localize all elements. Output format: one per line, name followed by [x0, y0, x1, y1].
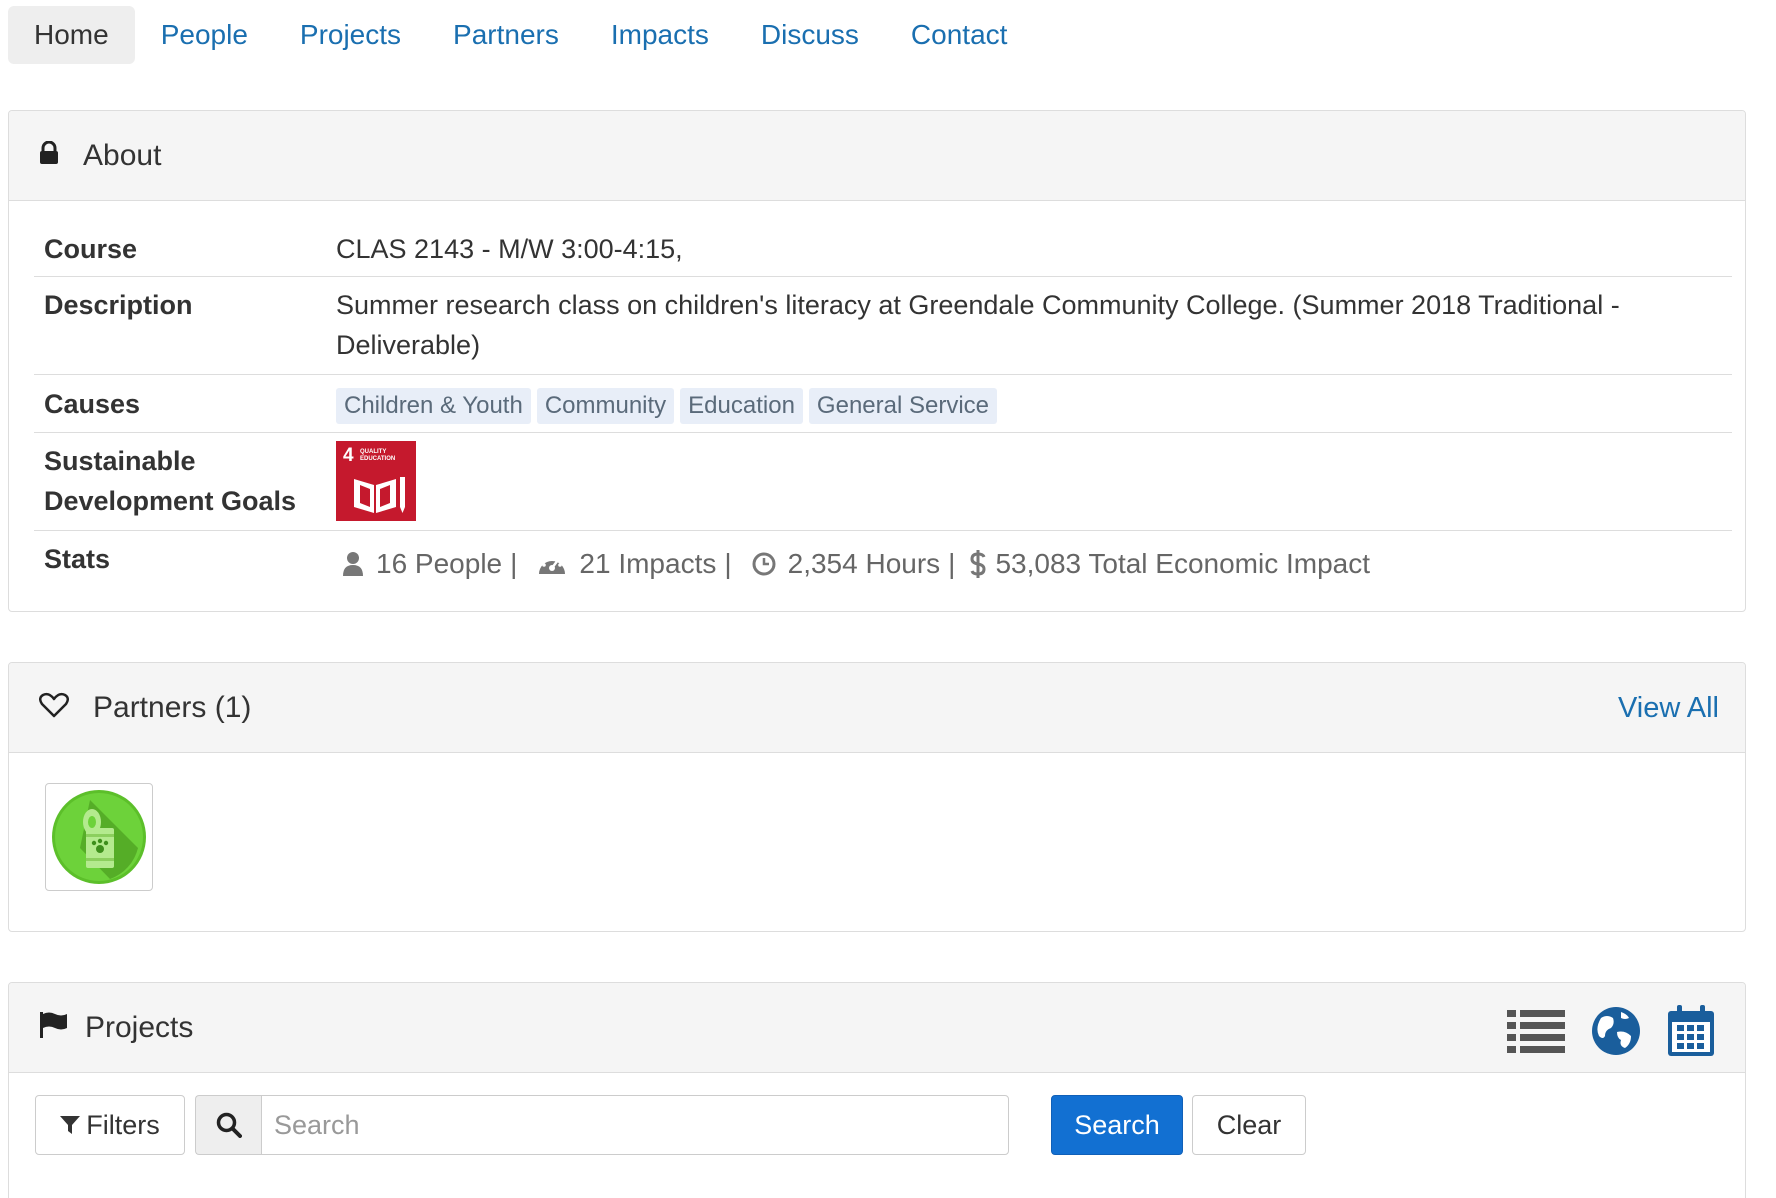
search-input[interactable] — [261, 1095, 1009, 1155]
stat-separator: | — [724, 548, 732, 579]
partner-logo[interactable] — [45, 783, 153, 891]
sdg-quality-education-badge[interactable]: 4 QUALITY EDUCATION — [336, 441, 416, 521]
stat-separator: | — [948, 548, 956, 579]
search-group — [195, 1095, 1009, 1155]
projects-title: Projects — [85, 1010, 194, 1044]
cause-tag[interactable]: Education — [680, 387, 803, 424]
nav-impacts[interactable]: Impacts — [585, 6, 735, 64]
clock-icon — [752, 552, 776, 576]
book-pencil-icon — [354, 477, 405, 513]
nav-home[interactable]: Home — [8, 6, 135, 64]
user-icon — [342, 551, 364, 577]
stats-value: 16 People | 21 Impacts | 2,354 Hours | 5… — [336, 539, 1732, 589]
filters-label: Filters — [86, 1109, 160, 1140]
about-title: About — [83, 138, 162, 172]
partners-panel-header: Partners (1) View All — [9, 663, 1745, 753]
flag-icon — [39, 1011, 69, 1044]
nav-partners[interactable]: Partners — [427, 6, 585, 64]
nav-contact[interactable]: Contact — [885, 6, 1034, 64]
stat-impacts: 21 Impacts — [579, 548, 717, 579]
search-icon — [195, 1095, 261, 1155]
list-icon[interactable] — [1507, 1008, 1565, 1054]
course-label: Course — [44, 234, 138, 264]
stat-hours: 2,354 Hours — [787, 548, 941, 579]
cause-tag[interactable]: General Service — [808, 387, 997, 424]
stats-row: Stats 16 People | 21 Impacts | 2,354 Hou… — [34, 531, 1732, 589]
about-panel-header: About — [9, 111, 1745, 201]
causes-label: Causes — [44, 388, 141, 419]
view-all-partners-link[interactable]: View All — [1618, 663, 1719, 753]
description-row: Description Summer research class on chi… — [34, 277, 1732, 375]
sdg-label: Sustainable Development Goals — [44, 446, 297, 516]
projects-panel: Projects Filters Search Search Clear — [8, 982, 1746, 1198]
stat-separator: | — [510, 548, 518, 579]
cause-tag[interactable]: Children & Youth — [336, 387, 531, 424]
sdg-row: Sustainable Development Goals 4 QUALITY … — [34, 433, 1732, 531]
about-table: Course CLAS 2143 - M/W 3:00-4:15, Descri… — [34, 219, 1732, 589]
calendar-icon[interactable] — [1667, 1005, 1715, 1057]
nav-projects[interactable]: Projects — [274, 6, 427, 64]
cause-tag[interactable]: Community — [536, 387, 675, 424]
stats-label: Stats — [44, 544, 111, 574]
description-value: Summer research class on children's lite… — [336, 290, 1620, 360]
causes-value: Children & Youth Community Education Genera… — [336, 384, 1732, 424]
clear-button[interactable]: Clear — [1192, 1095, 1306, 1155]
description-label: Description — [44, 290, 193, 320]
filters-button[interactable]: Filters — [35, 1095, 185, 1155]
dashboard-icon — [537, 552, 567, 576]
view-toggle-group — [1507, 1005, 1715, 1057]
lock-icon — [39, 140, 59, 170]
course-value: CLAS 2143 - M/W 3:00-4:15, — [336, 234, 683, 264]
partners-panel: Partners (1) View All — [8, 662, 1746, 932]
causes-row: Causes Children & Youth Community Educatio… — [34, 375, 1732, 433]
heart-icon — [39, 692, 69, 723]
course-row: Course CLAS 2143 - M/W 3:00-4:15, — [34, 219, 1732, 277]
sdg-value: 4 QUALITY EDUCATION — [336, 441, 1732, 530]
about-panel: About Course CLAS 2143 - M/W 3:00-4:15, … — [8, 110, 1746, 612]
main-nav: Home People Projects Partners Impacts Di… — [8, 6, 1033, 64]
partner-logo-image — [52, 790, 146, 884]
projects-panel-header: Projects — [9, 983, 1745, 1073]
dollar-icon — [969, 549, 987, 579]
nav-people[interactable]: People — [135, 6, 274, 64]
stat-people: 16 People — [376, 548, 503, 579]
search-button[interactable]: Search — [1051, 1095, 1183, 1155]
filter-icon — [60, 1116, 81, 1134]
partners-title: Partners (1) — [93, 690, 252, 724]
nav-discuss[interactable]: Discuss — [735, 6, 885, 64]
projects-toolbar: Filters Search Clear — [35, 1095, 1306, 1155]
stat-economic-impact: 53,083 Total Economic Impact — [995, 548, 1371, 579]
globe-icon[interactable] — [1591, 1006, 1641, 1056]
